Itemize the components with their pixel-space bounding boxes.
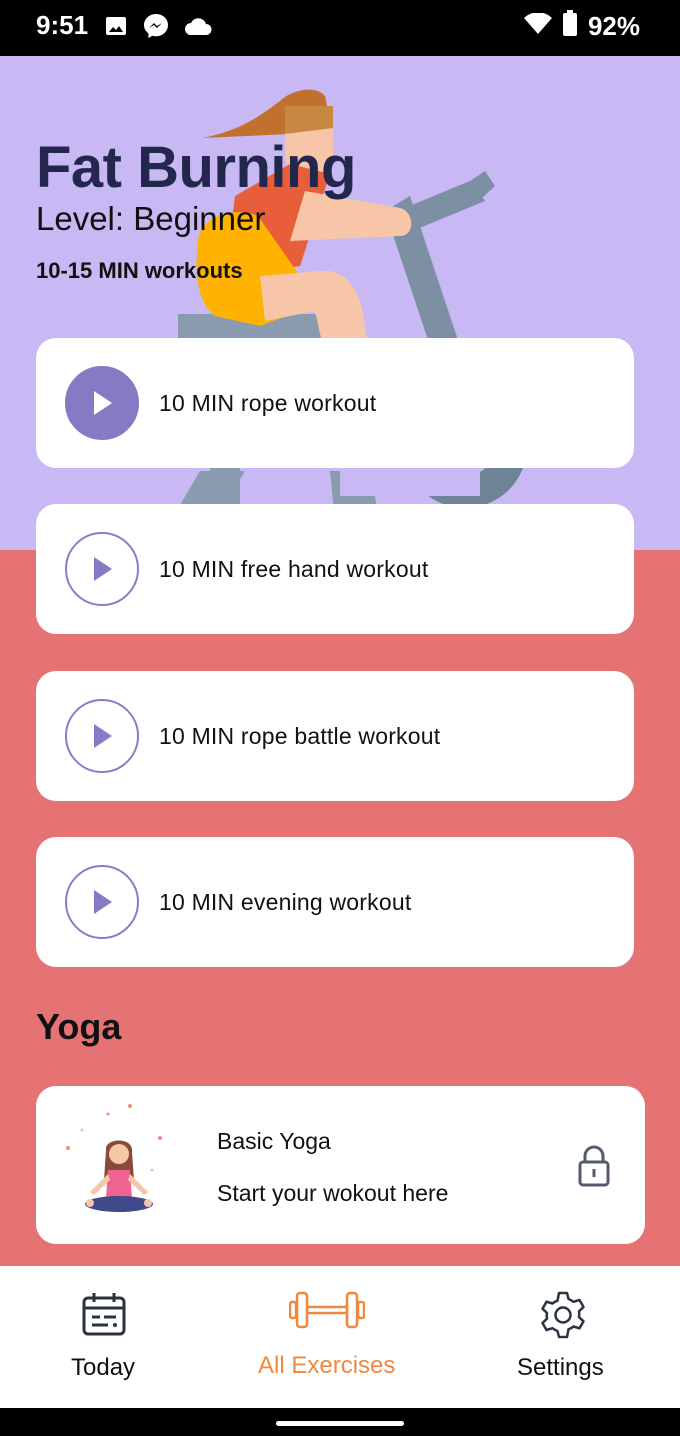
home-indicator[interactable] (276, 1421, 404, 1426)
workout-card-evening[interactable]: 10 MIN evening workout (36, 837, 634, 967)
workout-label: 10 MIN free hand workout (159, 555, 429, 582)
wifi-icon (523, 11, 552, 42)
notification-icons (104, 12, 212, 45)
yoga-card-title: Basic Yoga (217, 1128, 331, 1154)
main-screen: Fat Burning Level: Beginner 10-15 MIN wo… (0, 56, 680, 1266)
play-button[interactable] (65, 366, 139, 440)
play-button[interactable] (65, 699, 139, 773)
status-time: 9:51 (36, 10, 89, 40)
nav-label-settings: Settings (517, 1354, 604, 1381)
battery-percent: 92% (587, 11, 640, 41)
workout-label: 10 MIN rope workout (159, 389, 377, 416)
play-button[interactable] (65, 532, 139, 606)
status-bar: 9:51 92% (0, 0, 680, 56)
system-home-bar (0, 1408, 680, 1436)
level-label: Level: Beginner (36, 200, 266, 237)
workout-label: 10 MIN rope battle workout (159, 722, 441, 749)
yoga-card-basic[interactable]: Basic Yoga Start your wokout here (36, 1086, 645, 1244)
play-icon (94, 890, 112, 914)
page-title: Fat Burning (36, 135, 356, 200)
nav-item-settings[interactable]: Settings (504, 1266, 624, 1408)
section-title-yoga: Yoga (36, 1006, 122, 1047)
workout-label: 10 MIN evening workout (159, 888, 412, 915)
workout-card-rope-battle[interactable]: 10 MIN rope battle workout (36, 671, 634, 801)
duration-label: 10-15 MIN workouts (36, 258, 243, 283)
play-icon (94, 724, 112, 748)
dumbbell-icon (289, 1291, 365, 1329)
cloud-icon (184, 15, 212, 42)
yoga-illustration (66, 1104, 162, 1212)
play-button[interactable] (65, 865, 139, 939)
play-icon (94, 391, 112, 415)
system-status: 92% (523, 10, 640, 43)
gear-icon (541, 1291, 585, 1339)
image-icon (104, 14, 128, 43)
lock-icon (578, 1145, 610, 1187)
workout-card-rope[interactable]: 10 MIN rope workout (36, 338, 634, 468)
nav-label-today: Today (71, 1354, 136, 1381)
messenger-icon (142, 12, 170, 45)
calendar-icon (82, 1293, 126, 1336)
workout-card-free-hand[interactable]: 10 MIN free hand workout (36, 504, 634, 634)
play-icon (94, 557, 112, 581)
nav-item-today[interactable]: Today (34, 1266, 174, 1408)
battery-icon (562, 10, 578, 43)
nav-label-all-exercises: All Exercises (258, 1352, 396, 1379)
yoga-card-subtitle: Start your wokout here (217, 1180, 449, 1206)
bottom-navigation: Today All Exercises Settings (0, 1266, 680, 1408)
nav-item-all-exercises[interactable]: All Exercises (247, 1266, 407, 1408)
